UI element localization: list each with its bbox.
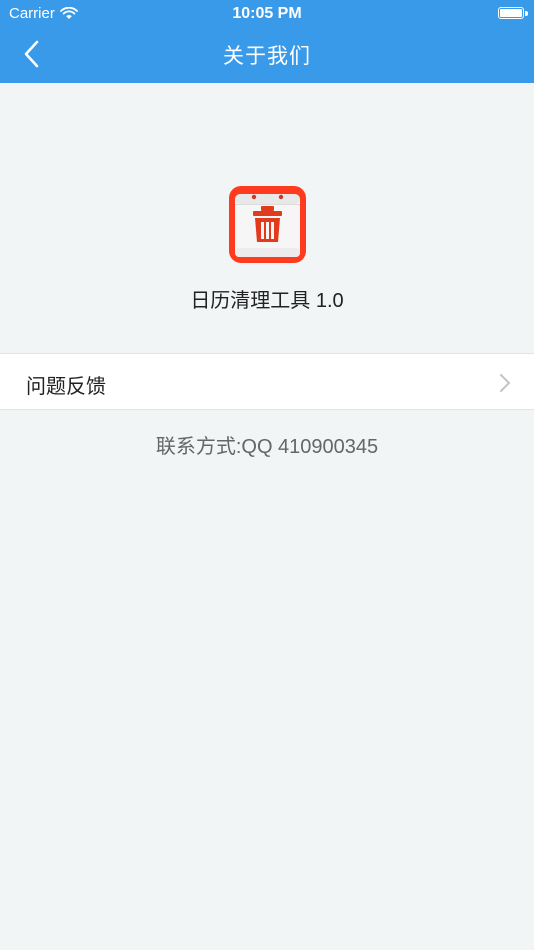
status-time: 10:05 PM: [232, 5, 302, 22]
contact-info: 联系方式:QQ 410900345: [155, 436, 379, 458]
navigation-bar: 关于我们: [0, 28, 534, 83]
battery-icon: [498, 7, 524, 19]
status-bar: Carrier 10:05 PM: [0, 0, 534, 28]
battery-tip: [525, 11, 528, 16]
chevron-right-icon: [500, 374, 510, 392]
feedback-label: 问题反馈: [26, 376, 106, 398]
app-icon: [229, 186, 306, 263]
app-name-version: 日历清理工具 1.0: [190, 290, 344, 312]
page-title: 关于我们: [223, 45, 311, 68]
battery-level: [500, 9, 522, 17]
feedback-row[interactable]: 问题反馈: [0, 353, 534, 410]
calendar-trash-icon: [229, 186, 306, 263]
top-bar: Carrier 10:05 PM 关于我们: [0, 0, 534, 83]
